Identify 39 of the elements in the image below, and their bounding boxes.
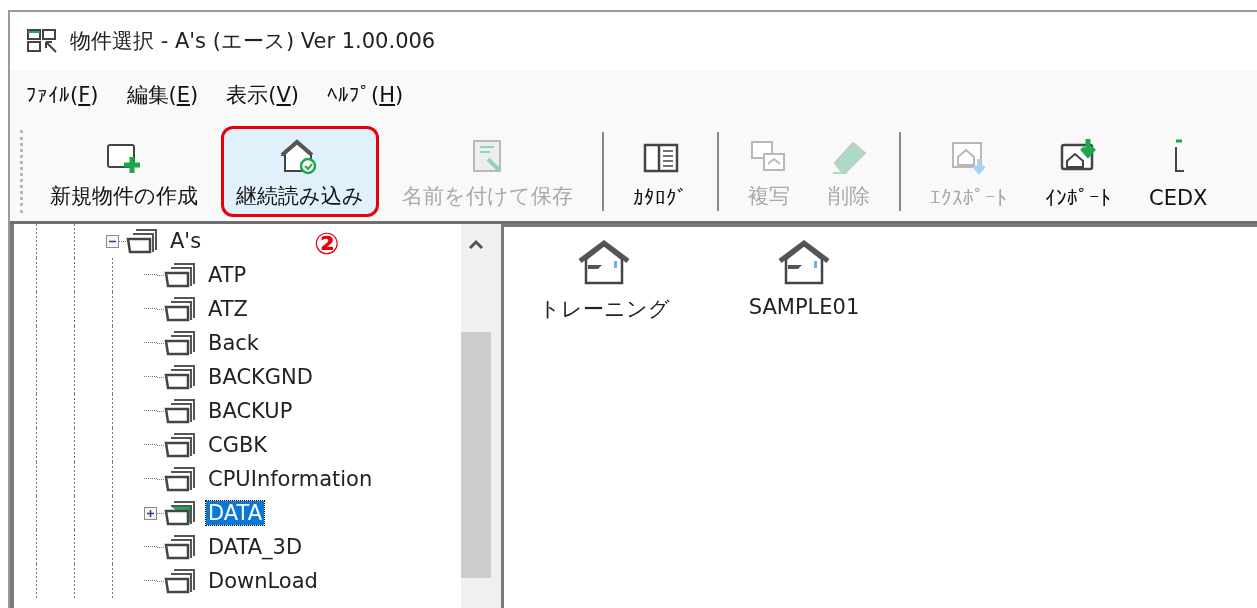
scroll-up-icon[interactable] xyxy=(468,238,484,250)
menu-item[interactable]: ﾌｧｲﾙ(F) xyxy=(14,79,111,111)
folder-icon xyxy=(126,227,160,255)
toolbar-button[interactable]: 新規物件の作成 xyxy=(35,126,213,217)
collapse-icon[interactable] xyxy=(106,234,119,248)
tree-item[interactable]: CGBK xyxy=(206,433,270,457)
tree-item[interactable]: CPUInformation xyxy=(206,467,375,491)
tree-item[interactable]: DownLoad xyxy=(206,569,320,593)
step-number: ② xyxy=(314,226,340,261)
window-title: 物件選択 - A's (エース) Ver 1.00.006 xyxy=(70,28,436,55)
tree-item[interactable]: BACKUP xyxy=(206,399,295,423)
tree-item[interactable]: DATA_3D xyxy=(206,535,305,559)
folder-icon xyxy=(164,329,198,357)
toolbar-button[interactable]: ｶﾀﾛｸﾞ xyxy=(618,126,703,217)
folder-icon xyxy=(164,465,198,493)
folder-icon xyxy=(164,567,198,595)
toolbar-button[interactable]: CEDX xyxy=(1134,126,1223,217)
folder-icon xyxy=(164,295,198,323)
folder-icon xyxy=(164,363,198,391)
toolbar-button[interactable]: 継続読み込み xyxy=(221,126,379,217)
folder-icon xyxy=(164,533,198,561)
menu-item[interactable]: 表示(V) xyxy=(214,77,311,113)
folder-icon xyxy=(164,431,198,459)
toolbar-button[interactable]: ｲﾝﾎﾟｰﾄ xyxy=(1030,126,1126,217)
tree-item[interactable]: DATA xyxy=(206,501,265,525)
folder-icon xyxy=(164,397,198,425)
folder-icon xyxy=(164,261,198,289)
menu-item[interactable]: 編集(E) xyxy=(114,77,211,113)
scrollbar[interactable] xyxy=(461,224,491,608)
folder-icon xyxy=(164,499,198,527)
tree-item[interactable]: Back xyxy=(206,331,261,355)
file-name[interactable]: トレーニング xyxy=(538,295,670,323)
tree-item[interactable]: ATZ xyxy=(206,297,250,321)
file-name[interactable]: SAMPLE01 xyxy=(748,295,860,319)
menu-item[interactable]: ﾍﾙﾌﾟ(H) xyxy=(314,79,416,111)
tree-item[interactable]: A's xyxy=(168,229,204,253)
tree-item[interactable]: BACKGND xyxy=(206,365,315,389)
expand-icon[interactable] xyxy=(144,506,157,520)
tree-item[interactable]: ATP xyxy=(206,263,249,287)
